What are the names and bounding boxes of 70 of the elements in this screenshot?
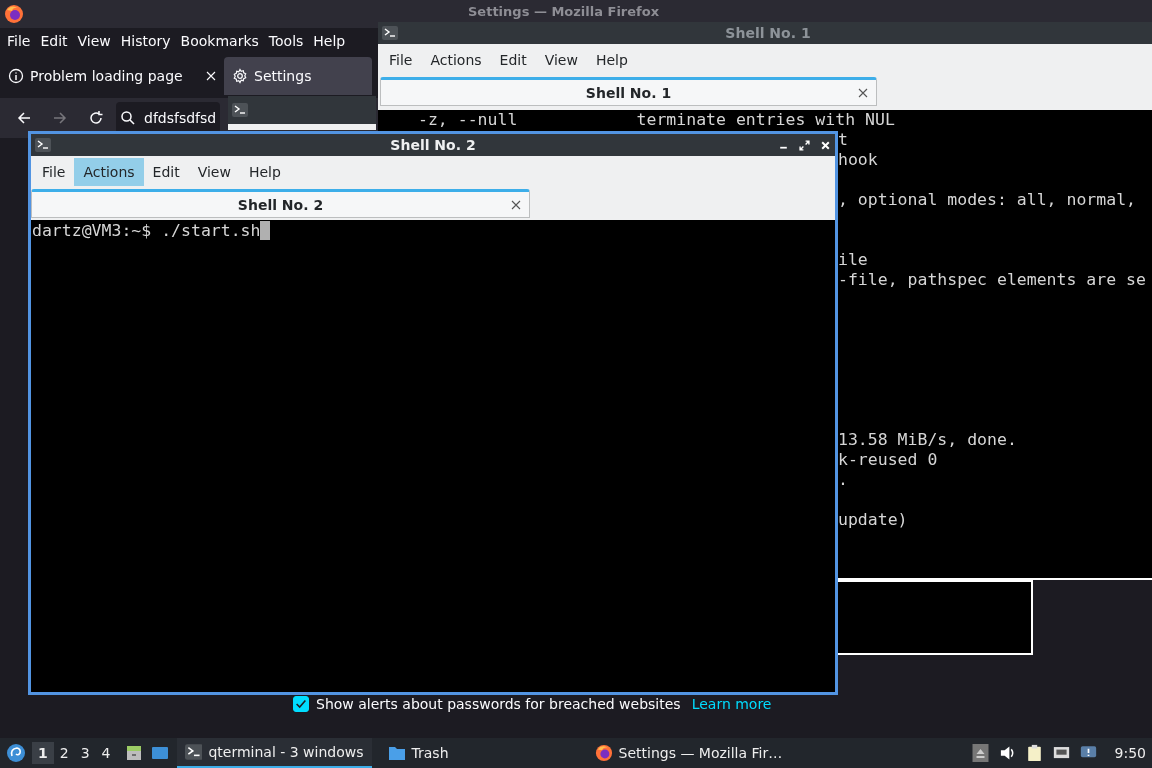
menu-item[interactable]: Actions xyxy=(74,158,144,186)
menu-item[interactable]: Help xyxy=(308,33,351,49)
terminal-line: -file, pathspec elements are se xyxy=(838,270,1146,290)
menu-item[interactable]: Help xyxy=(239,158,290,186)
volume-icon[interactable] xyxy=(998,744,1016,762)
terminal-line: dartz@VM3:~$ ./start.sh xyxy=(32,221,261,241)
desktop-icon[interactable] xyxy=(150,744,169,762)
terminal-icon xyxy=(184,743,203,761)
learn-more-link[interactable]: Learn more xyxy=(691,696,772,712)
eject-icon[interactable] xyxy=(971,744,989,762)
clipboard-icon[interactable] xyxy=(1025,744,1043,762)
taskbar-button[interactable]: qterminal - 3 windows xyxy=(176,738,372,768)
menu-item[interactable]: View xyxy=(188,158,240,186)
terminal-line: update) xyxy=(838,510,908,530)
window-title: Settings — Mozilla Firefox xyxy=(468,4,660,19)
menu-item[interactable]: File xyxy=(2,33,36,49)
terminal-line: hook xyxy=(838,150,878,170)
window-title: Shell No. 2 xyxy=(390,137,476,153)
workspace-button[interactable]: 4 xyxy=(95,742,117,764)
menu-item[interactable]: Tools xyxy=(263,33,309,49)
menu-item[interactable]: Help xyxy=(586,46,637,74)
browser-tab[interactable]: Problem loading page xyxy=(0,57,224,95)
workspace-button[interactable]: 2 xyxy=(53,742,75,764)
start-menu-icon[interactable] xyxy=(6,743,26,763)
firefox-logo-icon xyxy=(594,744,613,762)
forward-icon[interactable] xyxy=(52,110,68,126)
taskbar-button[interactable]: Trash xyxy=(379,738,457,768)
menu-item[interactable]: Bookmarks xyxy=(175,33,264,49)
menu-item[interactable]: File xyxy=(33,158,75,186)
reload-icon[interactable] xyxy=(88,110,104,126)
file-cabinet-icon[interactable] xyxy=(124,744,143,762)
terminal-line: 13.58 MiB/s, done. xyxy=(838,430,1017,450)
terminal-icon xyxy=(232,103,248,117)
url-field[interactable]: dfdsfsdfsd xyxy=(116,102,221,134)
terminal-line: k-reused 0 xyxy=(838,450,938,470)
menu-item[interactable]: History xyxy=(115,33,176,49)
workspace-button[interactable]: 1 xyxy=(32,742,54,764)
terminal-line: . xyxy=(838,470,848,490)
close-icon[interactable] xyxy=(858,87,868,98)
menu-item[interactable]: View xyxy=(535,46,587,74)
info-icon xyxy=(8,68,24,84)
menu-item[interactable]: Edit xyxy=(490,46,536,74)
menu-item[interactable]: File xyxy=(380,46,422,74)
terminal-line: , optional modes: all, normal, xyxy=(838,190,1137,210)
menu-item[interactable]: Actions xyxy=(421,46,491,74)
taskbar-button[interactable]: Settings — Mozilla Fir… xyxy=(586,738,791,768)
browser-tab[interactable]: Settings xyxy=(224,57,372,95)
menu-item[interactable]: Edit xyxy=(35,33,73,49)
close-icon[interactable] xyxy=(511,199,521,210)
checkbox[interactable] xyxy=(293,696,309,712)
menu-item[interactable]: Edit xyxy=(143,158,189,186)
terminal-line: -z, --null terminate entries with NUL xyxy=(418,110,895,130)
maximize-icon[interactable] xyxy=(799,139,810,151)
settings-icon xyxy=(232,68,248,84)
terminal-tab[interactable]: Shell No. 1 xyxy=(380,77,877,106)
workspace-button[interactable]: 3 xyxy=(74,742,96,764)
checkbox-label: Show alerts about passwords for breached websites xyxy=(316,696,681,712)
menu-item[interactable]: View xyxy=(72,33,116,49)
firefox-logo-icon xyxy=(4,4,24,24)
window-title: Shell No. 1 xyxy=(725,25,811,41)
search-icon xyxy=(120,110,136,126)
terminal-line: t xyxy=(838,130,848,150)
terminal-tab[interactable]: Shell No. 2 xyxy=(31,189,530,218)
clock: 9:50 xyxy=(1114,745,1146,761)
terminal-icon xyxy=(35,138,51,152)
back-icon[interactable] xyxy=(16,110,32,126)
terminal-line: ile xyxy=(838,250,868,270)
terminal-icon xyxy=(382,26,398,40)
folder-icon xyxy=(387,744,406,762)
text-cursor xyxy=(260,221,271,240)
